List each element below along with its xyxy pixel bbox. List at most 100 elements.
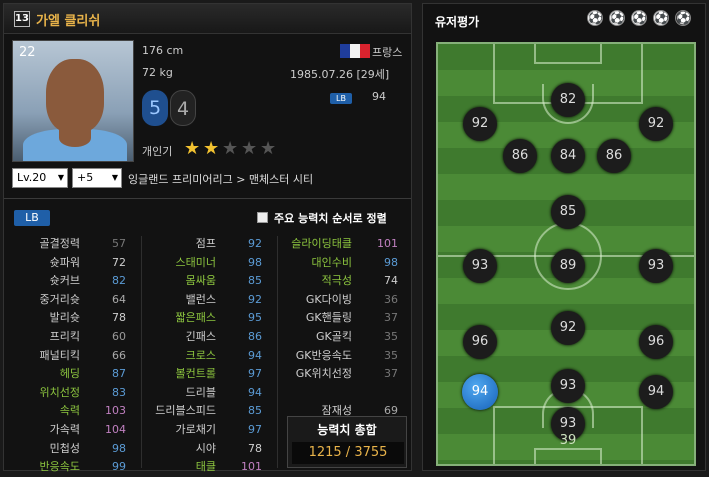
stat-value: 35 <box>384 348 398 362</box>
position-rating-rw[interactable]: 92 <box>639 107 673 141</box>
stat-value: 87 <box>112 367 126 381</box>
stat-label: 긴패스 <box>185 329 216 343</box>
star-icon: ★ <box>260 138 277 159</box>
right-foot-icon: 4 <box>170 90 196 126</box>
position-rating-rm[interactable]: 93 <box>639 249 673 283</box>
stat-row: GK다이빙 36 <box>280 291 406 310</box>
stat-value: 103 <box>105 404 126 418</box>
position-pitch: 82 92 92 86 84 86 85 93 89 93 92 96 96 94 93 94 93 39 <box>436 42 696 466</box>
stat-value: 92 <box>248 237 262 250</box>
stat-row: 볼컨트롤 97 <box>144 365 270 384</box>
rating-ball-icon[interactable]: ⚽ <box>609 10 625 26</box>
position-rating-rb[interactable]: 94 <box>639 375 673 409</box>
stat-value: 101 <box>377 237 398 250</box>
stat-label: 점프 <box>195 237 216 250</box>
stat-label: 슛파워 <box>49 255 80 269</box>
position-rating-lb[interactable]: 94 <box>462 374 498 410</box>
stat-value: 104 <box>105 422 126 436</box>
rating-ball-icon[interactable]: ⚽ <box>631 10 647 26</box>
stat-label: GK골킥 <box>316 329 352 343</box>
stat-row: 위치선정 83 <box>4 384 134 403</box>
stat-row: 대인수비 98 <box>280 254 406 273</box>
stat-row: 스태미너 98 <box>144 254 270 273</box>
sort-label: 주요 능력치 순서로 정렬 <box>274 212 387 225</box>
stat-row: 밸런스 92 <box>144 291 270 310</box>
stat-label: GK위치선정 <box>295 367 352 381</box>
stat-row: GK핸들링 37 <box>280 309 406 328</box>
stat-value: 99 <box>112 460 126 474</box>
stat-value: 78 <box>248 441 262 455</box>
position-rating-lwb[interactable]: 96 <box>463 325 497 359</box>
stat-label: 위치선정 <box>39 385 80 399</box>
stat-label: 헤딩 <box>59 367 80 381</box>
position-rating-lm[interactable]: 93 <box>463 249 497 283</box>
stats-column-2: 점프 92 스태미너 98 몸싸움 85 밸런스 92 짧은패스 95 긴패스 86 크로스 94 볼컨트롤… <box>144 235 270 477</box>
stat-row: 크로스 94 <box>144 347 270 366</box>
stat-label: 짧은패스 <box>175 311 216 325</box>
position-rating-rf[interactable]: 86 <box>597 139 631 173</box>
stat-value: 92 <box>248 292 262 306</box>
player-birth: 1985.07.26 [29세] <box>290 68 390 81</box>
position-rating-st[interactable]: 82 <box>551 83 585 117</box>
stat-label: 반응속도 <box>39 460 80 474</box>
position-rating-lw[interactable]: 92 <box>463 107 497 141</box>
stat-row: 긴패스 86 <box>144 328 270 347</box>
player-nation: 프랑스 <box>372 46 403 59</box>
position-rating-gk[interactable]: 39 <box>551 429 585 453</box>
stat-label: GK다이빙 <box>305 292 352 306</box>
position-rating-cb[interactable]: 93 <box>551 369 585 403</box>
position-rating-cdm[interactable]: 92 <box>551 311 585 345</box>
position-rating-rwb[interactable]: 96 <box>639 325 673 359</box>
stat-label: GK핸들링 <box>305 311 352 325</box>
stat-label: 대인수비 <box>311 255 352 269</box>
enhance-select[interactable]: +5 ▼ <box>72 168 122 188</box>
skill-label: 개인기 <box>142 145 173 158</box>
stat-row: 골결정력 57 <box>4 235 134 254</box>
star-icon: ★ <box>241 138 258 159</box>
position-ovr: 94 <box>372 90 386 103</box>
player-height: 176 cm <box>142 44 184 57</box>
position-rating-cam[interactable]: 85 <box>551 195 585 229</box>
stat-row: 패널티킥 66 <box>4 347 134 366</box>
player-info-panel: 13 가엘 클리쉬 22 176 cm 72 kg 프랑스 1985.07.26… <box>3 3 412 473</box>
stat-label: 드리블 <box>185 385 216 399</box>
stat-row: 점프 92 <box>144 235 270 254</box>
top-goal-box <box>534 44 602 64</box>
stat-value: 82 <box>112 274 126 288</box>
stat-value: 74 <box>384 274 398 288</box>
position-rating-cf[interactable]: 84 <box>551 139 585 173</box>
stat-label: 스태미너 <box>175 255 216 269</box>
sort-checkbox[interactable] <box>257 212 268 223</box>
rating-ball-icon[interactable]: ⚽ <box>675 10 691 26</box>
stat-label: 골결정력 <box>39 237 80 250</box>
stat-row: 민첩성 98 <box>4 440 134 459</box>
stat-label: 몸싸움 <box>185 274 216 288</box>
level-select[interactable]: Lv.20 ▼ <box>12 168 68 188</box>
stat-label: 슬라이딩태클 <box>291 237 352 250</box>
rating-ball-icon[interactable]: ⚽ <box>587 10 603 26</box>
player-photo-ovr: 22 <box>19 45 36 60</box>
stat-label: 슛커브 <box>49 274 80 288</box>
stat-value: 86 <box>248 329 262 343</box>
position-rating-cm[interactable]: 89 <box>551 249 585 283</box>
stat-label: 발리슛 <box>49 311 80 325</box>
star-icon: ★ <box>184 138 201 159</box>
france-flag-icon <box>340 44 370 58</box>
user-rating-panel: 유저평가 ⚽ ⚽ ⚽ ⚽ ⚽ 82 92 92 86 84 86 85 93 89 93 92 96 96 94 9… <box>422 3 706 471</box>
stat-label: 프리킥 <box>49 329 80 343</box>
stats-column-3: 슬라이딩태클 101 대인수비 98 적극성 74 GK다이빙 36 GK핸들링 37 GK골킥 35… <box>280 235 406 421</box>
stat-value: 60 <box>112 329 126 343</box>
stat-label: 시야 <box>195 441 216 455</box>
stat-row: 시야 78 <box>144 440 270 459</box>
stat-value: 66 <box>112 348 126 362</box>
stat-row: 속력 103 <box>4 402 134 421</box>
overall-value: 1215 / 3755 <box>292 442 404 464</box>
position-rating-lf[interactable]: 86 <box>503 139 537 173</box>
player-photo: 22 <box>12 40 134 162</box>
overall-total-box: 능력치 총합 1215 / 3755 <box>287 416 407 468</box>
stat-value: 37 <box>384 311 398 325</box>
star-icon: ★ <box>203 138 220 159</box>
rating-ball-icon[interactable]: ⚽ <box>653 10 669 26</box>
player-weight: 72 kg <box>142 66 173 79</box>
stat-value: 98 <box>248 255 262 269</box>
